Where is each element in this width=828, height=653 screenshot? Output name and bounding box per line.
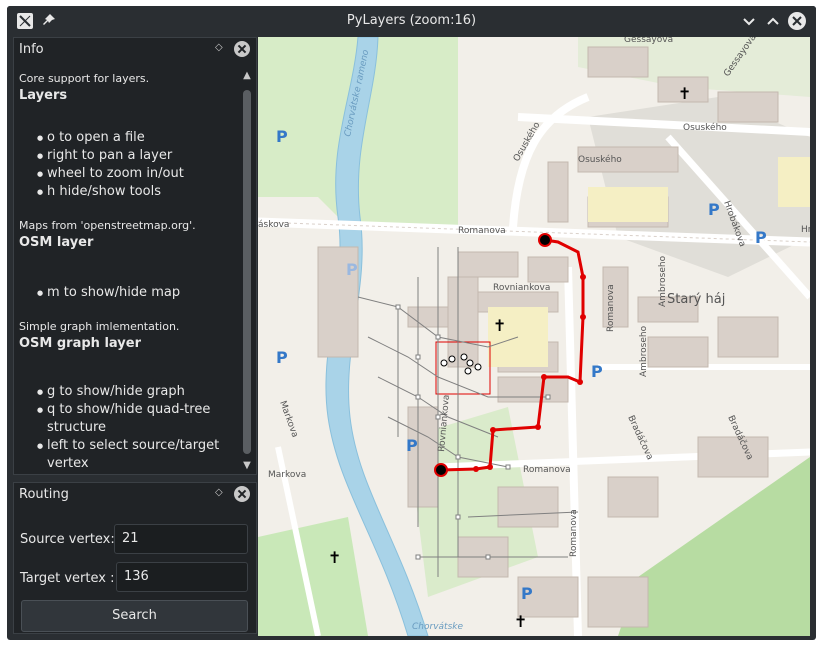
svg-text:Osuského: Osuského (578, 154, 622, 165)
list-item: m to show/hide map (37, 284, 243, 302)
svg-text:Markova: Markova (268, 470, 306, 480)
shortcut-list: g to show/hide graph q to show/hide quad… (37, 383, 227, 473)
osm-map[interactable]: P P P P P P P P ✝ ✝ ✝ ✝ Gessayova Gessay… (258, 37, 810, 636)
maximize-icon[interactable] (763, 11, 783, 31)
info-content: Core support for layers. Layers o to ope… (19, 68, 243, 491)
highlighted-area (588, 187, 668, 222)
svg-text:P: P (276, 348, 288, 367)
section-subtitle: Simple graph imlementation. (19, 320, 180, 333)
highlighted-area (778, 157, 810, 207)
scroll-down-icon[interactable]: ▼ (241, 460, 253, 472)
source-vertex-input[interactable]: 21 (114, 524, 248, 554)
svg-text:P: P (521, 584, 533, 603)
section-subtitle: Maps from 'openstreetmap.org'. (19, 219, 196, 232)
svg-text:Romanova: Romanova (569, 509, 579, 557)
svg-text:✝: ✝ (493, 316, 506, 335)
svg-text:Starý háj: Starý háj (667, 292, 725, 307)
svg-text:P: P (755, 228, 767, 247)
svg-text:Rovniankova: Rovniankova (493, 283, 550, 293)
svg-text:P: P (276, 127, 288, 146)
svg-text:Romanova: Romanova (523, 465, 571, 475)
svg-text:Hro: Hro (801, 225, 810, 235)
info-panel: Info ◇ Core support for layers. Layers o… (13, 37, 257, 475)
target-vertex-label: Target vertex : (20, 571, 115, 586)
window-title: PyLayers (zoom:16) (346, 13, 477, 28)
app-window: PyLayers (zoom:16) Info ◇ Core support f… (7, 6, 816, 640)
close-window-icon[interactable] (787, 11, 807, 31)
routing-panel-title: Routing (19, 487, 69, 502)
svg-text:Ambroseho: Ambroseho (639, 325, 649, 377)
svg-text:Romanova: Romanova (458, 226, 506, 236)
source-marker (538, 233, 552, 247)
list-item: left to select source/target vertex (37, 437, 227, 473)
title-bar[interactable]: PyLayers (zoom:16) (7, 6, 816, 36)
list-item: g to show/hide graph (37, 383, 227, 401)
float-icon[interactable]: ◇ (215, 488, 225, 498)
list-item: q to show/hide quad-tree structure (37, 401, 227, 437)
float-icon[interactable]: ◇ (215, 43, 225, 53)
svg-text:✝: ✝ (328, 548, 341, 567)
list-item: right to pan a layer (37, 147, 243, 165)
list-item: o to open a file (37, 129, 243, 147)
info-panel-header[interactable]: Info ◇ (14, 38, 256, 62)
svg-text:P: P (406, 436, 418, 455)
routing-panel: Routing ◇ Source vertex: 21 Target verte… (13, 482, 257, 634)
svg-text:áskova: áskova (258, 220, 289, 230)
svg-text:Gessayova: Gessayova (624, 37, 673, 45)
source-vertex-label: Source vertex: (20, 532, 115, 547)
section-subtitle: Core support for layers. (19, 72, 150, 85)
svg-text:Chorvátske: Chorvátske (412, 622, 463, 632)
svg-text:Romanova: Romanova (606, 284, 616, 332)
list-item: h hide/show tools (37, 183, 243, 201)
target-vertex-input[interactable]: 136 (116, 562, 248, 592)
section-heading: OSM graph layer (19, 336, 141, 351)
svg-text:P: P (591, 362, 603, 381)
map-view[interactable]: P P P P P P P P ✝ ✝ ✝ ✝ Gessayova Gessay… (258, 37, 810, 636)
svg-text:P: P (346, 260, 358, 279)
search-button[interactable]: Search (21, 600, 248, 632)
routing-panel-header[interactable]: Routing ◇ (14, 483, 256, 507)
close-panel-icon[interactable] (234, 41, 250, 57)
svg-text:Osuského: Osuského (683, 122, 727, 133)
svg-text:✝: ✝ (514, 612, 527, 631)
info-scrollbar[interactable]: ▲ ▼ (241, 70, 253, 472)
shortcut-list: m to show/hide map (37, 284, 243, 302)
shortcut-list: o to open a file right to pan a layer wh… (37, 129, 243, 201)
scroll-up-icon[interactable]: ▲ (241, 70, 253, 82)
target-marker (434, 463, 448, 477)
list-item: wheel to zoom in/out (37, 165, 243, 183)
close-panel-icon[interactable] (234, 486, 250, 502)
svg-text:P: P (708, 200, 720, 219)
section-heading: Layers (19, 88, 68, 103)
info-panel-title: Info (19, 42, 44, 57)
minimize-icon[interactable] (739, 11, 759, 31)
svg-text:✝: ✝ (678, 84, 691, 103)
scroll-handle[interactable] (243, 90, 251, 454)
section-heading: OSM layer (19, 235, 94, 250)
